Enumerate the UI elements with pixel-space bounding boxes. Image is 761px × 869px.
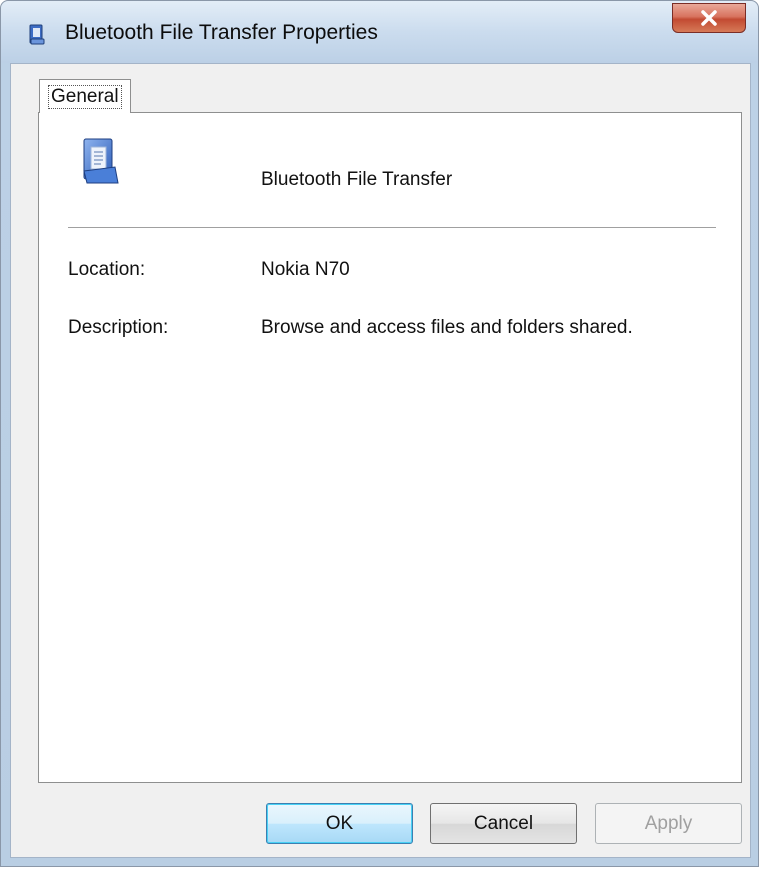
close-icon	[700, 10, 718, 26]
cancel-button[interactable]: Cancel	[430, 803, 577, 844]
bluetooth-folder-icon	[29, 23, 45, 45]
ok-button[interactable]: OK	[266, 803, 413, 844]
general-tab-panel: Bluetooth File Transfer Location: Nokia …	[38, 112, 742, 783]
close-button[interactable]	[672, 3, 746, 33]
device-name: Bluetooth File Transfer	[261, 169, 453, 190]
location-label: Location:	[68, 259, 146, 280]
separator-line	[68, 227, 716, 228]
window-title: Bluetooth File Transfer Properties	[65, 21, 378, 44]
tab-general[interactable]: General	[39, 79, 131, 113]
bluetooth-folder-icon	[81, 137, 121, 185]
description-label: Description:	[68, 317, 169, 338]
title-bar[interactable]: Bluetooth File Transfer Properties	[1, 1, 758, 63]
tab-general-label: General	[48, 85, 122, 109]
properties-dialog: Bluetooth File Transfer Properties Gener…	[0, 0, 759, 867]
dialog-client-area: General Bluetooth File Transfer Location…	[10, 63, 751, 858]
apply-button[interactable]: Apply	[595, 803, 742, 844]
location-value: Nokia N70	[261, 259, 350, 280]
description-value: Browse and access files and folders shar…	[261, 317, 633, 338]
